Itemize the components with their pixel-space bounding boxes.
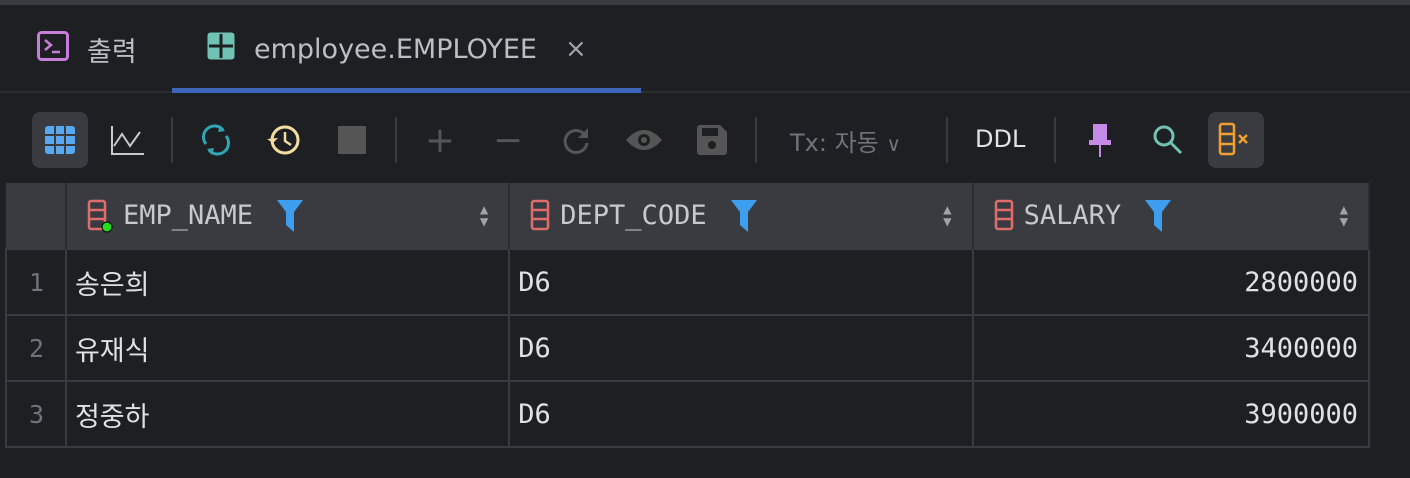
history-button[interactable]	[256, 112, 312, 168]
column-header-salary[interactable]: SALARY ▲ ▼	[972, 183, 1371, 249]
filter-icon[interactable]	[276, 199, 303, 232]
columns-x-icon	[1218, 122, 1248, 156]
save-icon	[697, 125, 727, 155]
row-number-header	[6, 183, 67, 249]
cell-dept-code[interactable]: D6	[508, 314, 974, 382]
cell-emp-name[interactable]: 유재식	[64, 314, 511, 382]
tab-output[interactable]: 출력	[37, 5, 137, 93]
table-row[interactable]: 3 정중하 D6 3900000	[5, 380, 1371, 448]
row-number: 2	[5, 314, 67, 382]
tab-label: 출력	[87, 36, 137, 68]
stop-button[interactable]	[324, 112, 380, 168]
column-header-emp-name[interactable]: EMP_NAME ▲ ▼	[65, 183, 511, 249]
grid-icon	[45, 126, 75, 154]
search-icon	[1153, 125, 1183, 155]
cell-salary[interactable]: 3400000	[971, 314, 1371, 382]
cell-salary[interactable]: 3900000	[971, 380, 1371, 448]
cell-dept-code[interactable]: D6	[508, 380, 974, 448]
sort-icon[interactable]: ▲ ▼	[480, 203, 488, 229]
column-header-dept-code[interactable]: DEPT_CODE ▲ ▼	[509, 183, 974, 249]
column-label: DEPT_CODE	[560, 200, 707, 231]
table-row[interactable]: 2 유재식 D6 3400000	[5, 314, 1371, 382]
pin-icon	[1089, 124, 1111, 157]
close-icon[interactable]: ×	[565, 34, 587, 64]
refresh-button[interactable]	[188, 112, 244, 168]
cell-emp-name[interactable]: 정중하	[64, 380, 511, 448]
column-icon	[87, 199, 113, 232]
sort-icon[interactable]: ▲ ▼	[943, 203, 951, 229]
add-row-button[interactable]: +	[412, 112, 468, 168]
plus-icon: +	[424, 119, 456, 161]
toolbar: + − Tx: 자동 ∨ DDL	[0, 95, 1410, 183]
cell-dept-code[interactable]: D6	[508, 248, 974, 316]
refresh-icon	[202, 124, 230, 156]
eye-icon	[626, 130, 662, 150]
redo-icon	[563, 128, 589, 154]
stop-icon	[338, 126, 366, 154]
grid-view-button[interactable]	[32, 112, 88, 168]
tab-bar: 출력 employee.EMPLOYEE ×	[0, 5, 1410, 93]
cell-salary[interactable]: 2800000	[971, 248, 1371, 316]
revert-button[interactable]	[548, 112, 604, 168]
table-row[interactable]: 1 송은희 D6 2800000	[5, 248, 1371, 316]
tab-employee[interactable]: employee.EMPLOYEE ×	[206, 5, 587, 93]
save-button[interactable]	[684, 112, 740, 168]
chart-view-button[interactable]	[100, 112, 156, 168]
result-table: EMP_NAME ▲ ▼ DEPT_CODE ▲ ▼ SALARY ▲ ▼ 1 송은희…	[5, 183, 1371, 448]
row-number: 1	[5, 248, 67, 316]
row-number: 3	[5, 380, 67, 448]
transaction-mode-dropdown[interactable]: Tx: 자동 ∨	[790, 123, 901, 158]
column-label: SALARY	[1023, 200, 1122, 231]
preview-button[interactable]	[616, 112, 672, 168]
active-tab-indicator	[172, 88, 641, 93]
column-settings-button[interactable]	[1208, 112, 1264, 168]
filter-icon[interactable]	[730, 199, 757, 232]
filter-icon[interactable]	[1145, 199, 1172, 232]
cell-emp-name[interactable]: 송은희	[64, 248, 511, 316]
delete-row-button[interactable]: −	[480, 112, 536, 168]
minus-icon: −	[492, 119, 524, 161]
table-header-row: EMP_NAME ▲ ▼ DEPT_CODE ▲ ▼ SALARY ▲ ▼	[6, 183, 1371, 249]
history-icon	[267, 125, 300, 155]
table-icon	[206, 31, 236, 68]
chevron-down-icon: ∨	[886, 132, 902, 156]
column-label: EMP_NAME	[122, 200, 253, 231]
tab-label: employee.EMPLOYEE	[254, 33, 537, 65]
ddl-button[interactable]: DDL	[975, 125, 1025, 153]
search-button[interactable]	[1140, 112, 1196, 168]
tx-label: Tx: 자동	[790, 129, 879, 157]
column-icon	[531, 199, 550, 230]
console-icon	[37, 30, 69, 68]
pin-button[interactable]	[1072, 112, 1128, 168]
column-icon	[994, 199, 1013, 230]
sort-icon[interactable]: ▲ ▼	[1340, 203, 1348, 229]
line-chart-icon	[111, 126, 144, 155]
